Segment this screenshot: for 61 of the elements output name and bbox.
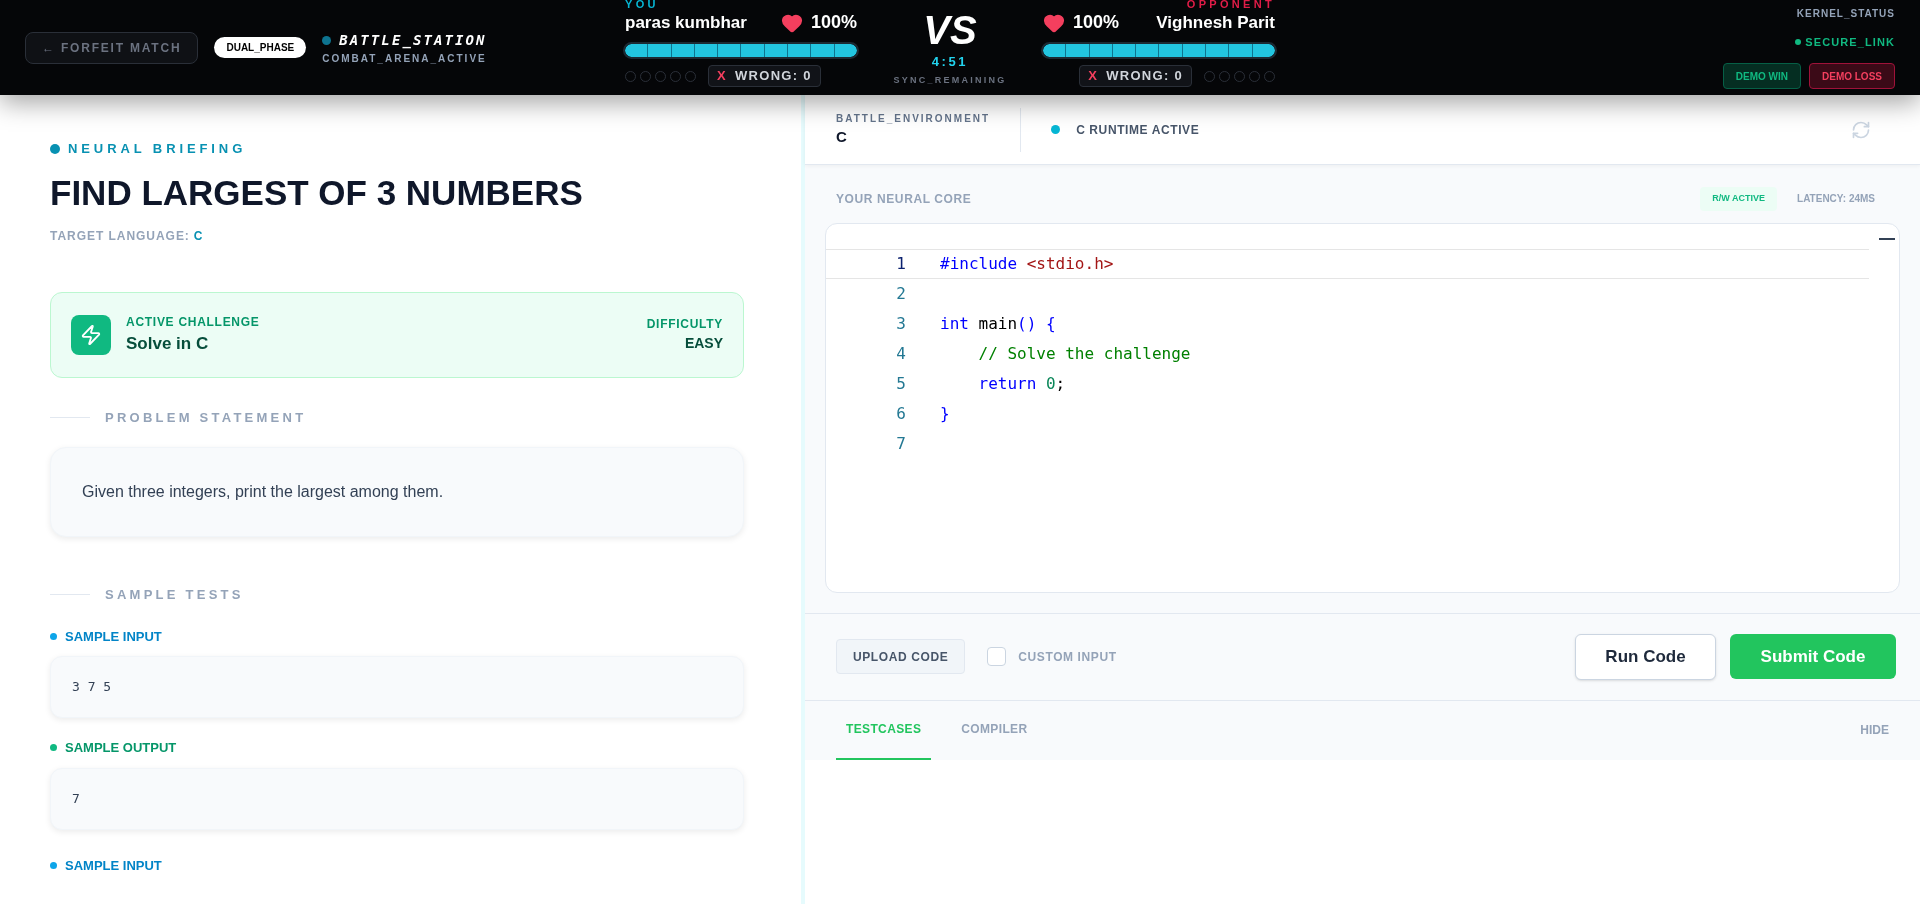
timer-label: SYNC_REMAINING — [893, 73, 1007, 87]
wrong-mark: X — [717, 67, 727, 86]
custom-input-checkbox[interactable] — [987, 647, 1007, 666]
sample-value: 7 — [72, 789, 80, 808]
kernel-label: KERNEL_STATUS — [1796, 7, 1895, 21]
lightning-icon — [71, 314, 111, 355]
sample-label: SAMPLE INPUT — [65, 856, 162, 875]
demo-win-button[interactable]: DEMO WIN — [1722, 63, 1801, 89]
environment-label: BATTLE_ENVIRONMENT — [836, 111, 991, 126]
sample-label: SAMPLE INPUT — [65, 627, 162, 646]
versus-label: VS — [923, 10, 977, 50]
wrong-count: WRONG: 0 — [1106, 67, 1183, 86]
language-label: TARGET LANGUAGE: — [50, 227, 190, 245]
section-heading: SAMPLE TESTS — [105, 586, 244, 604]
player-name: paras kumbhar — [625, 11, 747, 34]
line-number: 7 — [895, 432, 906, 455]
station-title: BATTLE_STATION — [339, 30, 487, 51]
custom-input-label: CUSTOM INPUT — [1018, 648, 1117, 666]
line-number: 3 — [895, 312, 906, 335]
player-role: OPPONENT — [1186, 0, 1275, 9]
demo-loss-button[interactable]: DEMO LOSS — [1809, 63, 1895, 89]
forfeit-button[interactable]: ← FORFEIT MATCH — [25, 31, 199, 64]
countdown-timer: 4:51 — [931, 53, 969, 71]
panel-tab[interactable]: COMPILER — [951, 700, 1038, 760]
phase-badge: DUAL_PHASE — [214, 37, 307, 58]
sample-value: 3 7 5 — [72, 678, 112, 697]
player-role: YOU — [625, 0, 659, 9]
problem-statement: Given three integers, print the largest among them. — [82, 482, 444, 502]
line-number: 2 — [895, 282, 906, 305]
health-percent: 100% — [810, 11, 857, 34]
environment-value: C — [836, 126, 848, 147]
run-code-button[interactable]: Run Code — [1575, 633, 1716, 680]
core-label: YOUR NEURAL CORE — [836, 190, 972, 208]
difficulty-value: EASY — [684, 334, 723, 353]
section-heading: PROBLEM STATEMENT — [105, 408, 307, 427]
current-line-highlight: 1 #include <stdio.h> — [826, 248, 1869, 279]
sample-label: SAMPLE OUTPUT — [65, 739, 177, 757]
hide-button[interactable]: HIDE — [1860, 700, 1889, 760]
line-number: 1 — [895, 252, 906, 275]
briefing-eyebrow: NEURAL BRIEFING — [68, 140, 247, 158]
arena-status: COMBAT_ARENA_ACTIVE — [322, 51, 487, 66]
line-number: 6 — [895, 402, 906, 425]
player-name: Vighnesh Parit — [1156, 11, 1275, 34]
health-percent: 100% — [1073, 11, 1120, 34]
line-number: 4 — [895, 342, 906, 365]
latency-label: LATENCY: 24MS — [1797, 192, 1875, 207]
challenge-label: ACTIVE CHALLENGE — [126, 313, 260, 331]
minimap-marker — [1879, 237, 1895, 240]
wrong-mark: X — [1088, 67, 1099, 86]
difficulty-label: DIFFICULTY — [646, 316, 723, 333]
language-value: C — [193, 227, 204, 245]
rw-badge: R/W ACTIVE — [1700, 187, 1778, 211]
line-number: 5 — [895, 372, 906, 395]
refresh-icon[interactable] — [1851, 119, 1871, 140]
upload-code-button[interactable]: UPLOAD CODE — [836, 639, 966, 674]
challenge-value: Solve in C — [126, 332, 210, 355]
link-status: SECURE_LINK — [1805, 34, 1895, 50]
code-editor[interactable]: 1 #include <stdio.h> 2 3 int main() { 4 // Solve the challenge 5 return 0; 6 } 7 — [825, 222, 1900, 593]
wrong-count: WRONG: 0 — [735, 67, 812, 86]
runtime-status: C RUNTIME ACTIVE — [1076, 121, 1200, 139]
problem-title: FIND LARGEST OF 3 NUMBERS — [50, 172, 584, 213]
